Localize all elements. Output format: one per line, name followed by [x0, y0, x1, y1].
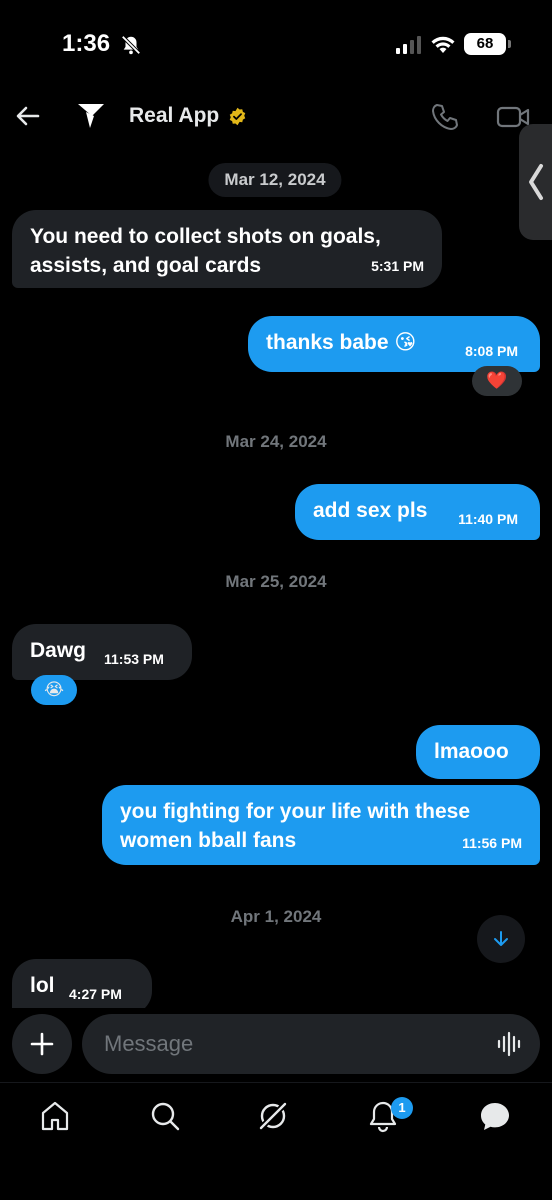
- message-outgoing[interactable]: add sex pls 11:40 PM: [295, 484, 540, 540]
- voice-message-icon[interactable]: [496, 1030, 524, 1058]
- date-separator: Mar 24, 2024: [225, 432, 327, 451]
- date-separator: Apr 1, 2024: [230, 907, 322, 926]
- message-incoming[interactable]: lol 4:27 PM: [12, 959, 152, 1015]
- side-panel-handle[interactable]: [519, 124, 552, 240]
- arrow-down-icon: [494, 931, 508, 946]
- message-text: add sex pls: [313, 499, 428, 522]
- status-time: 1:36: [62, 30, 111, 57]
- verified-badge-icon: [229, 107, 246, 126]
- bottom-tab-bar: [0, 1082, 552, 1156]
- phone-call-icon[interactable]: [430, 102, 460, 132]
- message-outgoing[interactable]: you fighting for your life with these wo…: [102, 785, 540, 866]
- message-text: lol: [30, 974, 55, 997]
- search-icon[interactable]: [148, 1099, 182, 1133]
- message-time: 4:27 PM: [69, 986, 122, 1002]
- chevron-left-icon: [529, 164, 543, 200]
- plus-icon: [30, 1032, 54, 1056]
- message-incoming[interactable]: You need to collect shots on goals, assi…: [12, 210, 442, 289]
- home-icon[interactable]: [38, 1099, 72, 1133]
- date-separator: Mar 25, 2024: [225, 572, 327, 591]
- message-time: 11:40 PM: [458, 511, 518, 527]
- chat-header: Real App: [0, 90, 552, 146]
- message-composer: [0, 1008, 552, 1080]
- battery-indicator: 68: [464, 33, 506, 55]
- grok-icon[interactable]: [256, 1099, 290, 1133]
- status-bar: 1:36 68: [0, 0, 552, 90]
- date-separator: Mar 12, 2024: [208, 163, 342, 197]
- message-time: 8:08 PM: [465, 343, 518, 359]
- bell-off-icon: [121, 35, 141, 55]
- message-text: thanks babe 😘: [266, 331, 417, 354]
- battery-tip: [508, 40, 511, 48]
- app-logo-icon[interactable]: [76, 100, 106, 130]
- message-text: lmaooo: [434, 740, 509, 763]
- message-text: Dawg: [30, 639, 87, 662]
- wifi-icon: [431, 36, 455, 53]
- back-arrow-icon[interactable]: [14, 102, 42, 130]
- reaction-crying[interactable]: 😭: [31, 675, 77, 705]
- reaction-heart[interactable]: ❤️: [472, 366, 522, 396]
- message-outgoing[interactable]: thanks babe 😘 8:08 PM: [248, 316, 540, 372]
- message-time: 11:53 PM: [104, 651, 164, 667]
- scroll-to-bottom-button[interactable]: [477, 915, 525, 963]
- chat-title[interactable]: Real App: [129, 104, 219, 128]
- attach-button[interactable]: [12, 1014, 72, 1074]
- message-input[interactable]: [82, 1014, 540, 1074]
- notification-count-badge: 1: [391, 1097, 413, 1119]
- messages-icon[interactable]: [478, 1099, 512, 1133]
- cellular-signal-icon: [396, 36, 421, 54]
- message-outgoing[interactable]: lmaooo: [416, 725, 540, 779]
- message-incoming[interactable]: Dawg 11:53 PM: [12, 624, 192, 680]
